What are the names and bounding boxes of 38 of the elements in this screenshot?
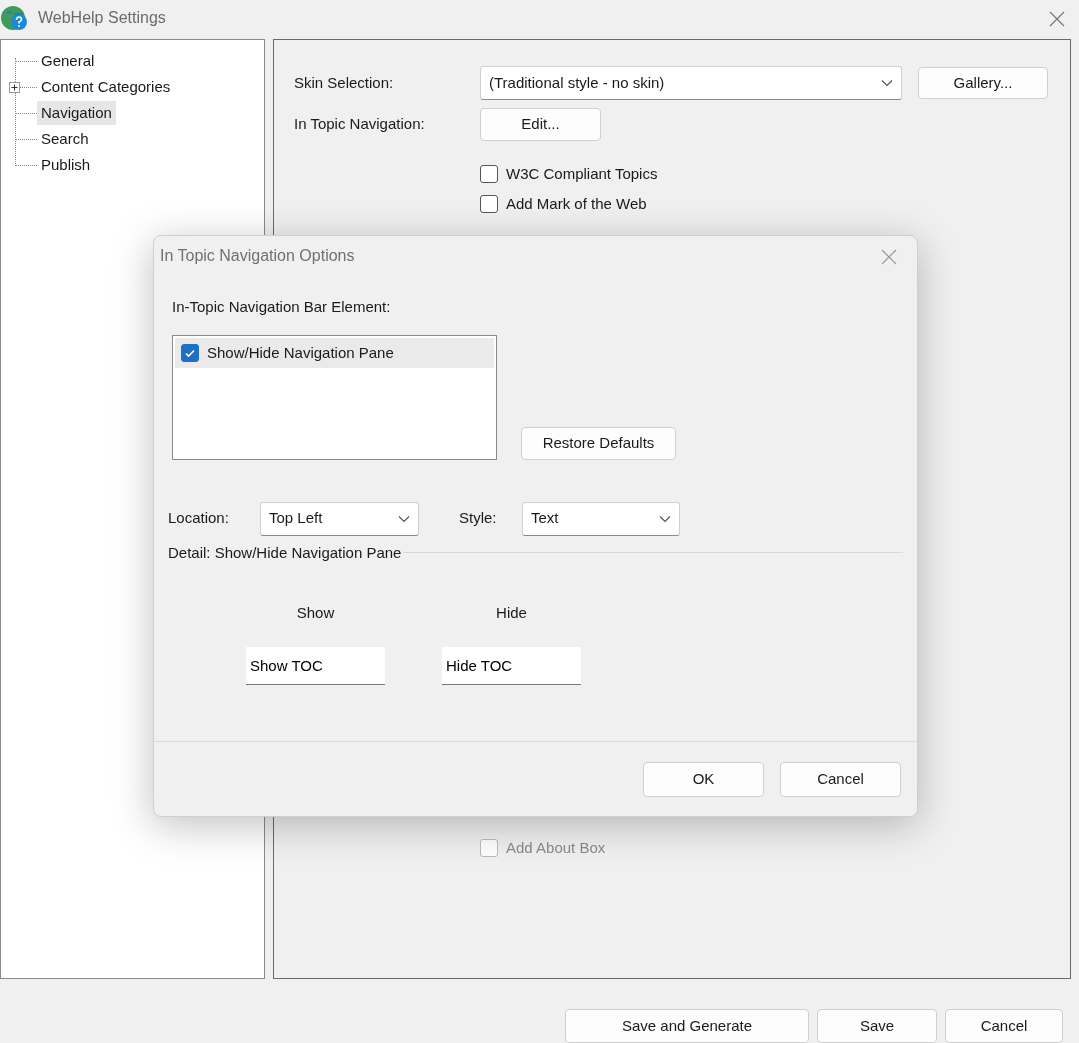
tree-item[interactable]: Navigation [37, 100, 116, 126]
plus-box-icon[interactable] [9, 81, 20, 93]
dropdown[interactable]: Text [522, 501, 680, 536]
column-heading: Show [296, 603, 335, 623]
tree-item[interactable]: Search [37, 126, 93, 152]
restore-defaults-button[interactable]: Restore Defaults [521, 426, 676, 460]
checkbox-label: Add Mark of the Web [506, 194, 647, 214]
checkbox[interactable] [480, 164, 498, 183]
dialog-button[interactable]: Save [817, 1009, 937, 1043]
chevron-down-icon [881, 79, 893, 87]
field-label: Location: [168, 508, 230, 529]
dialog-button[interactable]: Cancel [780, 761, 901, 797]
window-title: WebHelp Settings [38, 7, 166, 28]
field-label: In Topic Navigation: [294, 114, 426, 134]
group-label: Detail: Show/Hide Navigation Pane [168, 542, 402, 563]
field-label: Style: [459, 508, 498, 529]
chevron-down-icon [398, 514, 410, 523]
text-field[interactable]: Hide TOC [442, 646, 581, 685]
dialog-button[interactable]: Cancel [945, 1009, 1063, 1043]
checkbox-label: W3C Compliant Topics [506, 163, 658, 184]
dialog-button[interactable]: Save and Generate [565, 1009, 809, 1043]
chevron-down-icon [659, 514, 671, 523]
list-label: In-Topic Navigation Bar Element: [172, 297, 392, 317]
dropdown[interactable]: Top Left [260, 501, 419, 536]
checkbox[interactable] [181, 343, 199, 362]
field-label: Skin Selection: [294, 72, 395, 93]
tree-item[interactable]: General [37, 48, 99, 74]
text-field[interactable]: Show TOC [246, 646, 385, 685]
tree-item[interactable]: Publish [37, 152, 95, 178]
checkbox-label: Add About Box [506, 837, 606, 858]
tree-item[interactable]: Content Categories [37, 74, 175, 100]
edit-button[interactable]: Edit... [480, 108, 601, 141]
checkbox[interactable] [480, 195, 498, 214]
column-heading: Hide [496, 603, 527, 623]
gallery-button[interactable]: Gallery... [918, 66, 1048, 100]
dialog-button[interactable]: OK [643, 761, 764, 797]
dropdown[interactable]: (Traditional style - no skin) [480, 66, 902, 100]
dialog-title: In Topic Navigation Options [160, 246, 355, 266]
